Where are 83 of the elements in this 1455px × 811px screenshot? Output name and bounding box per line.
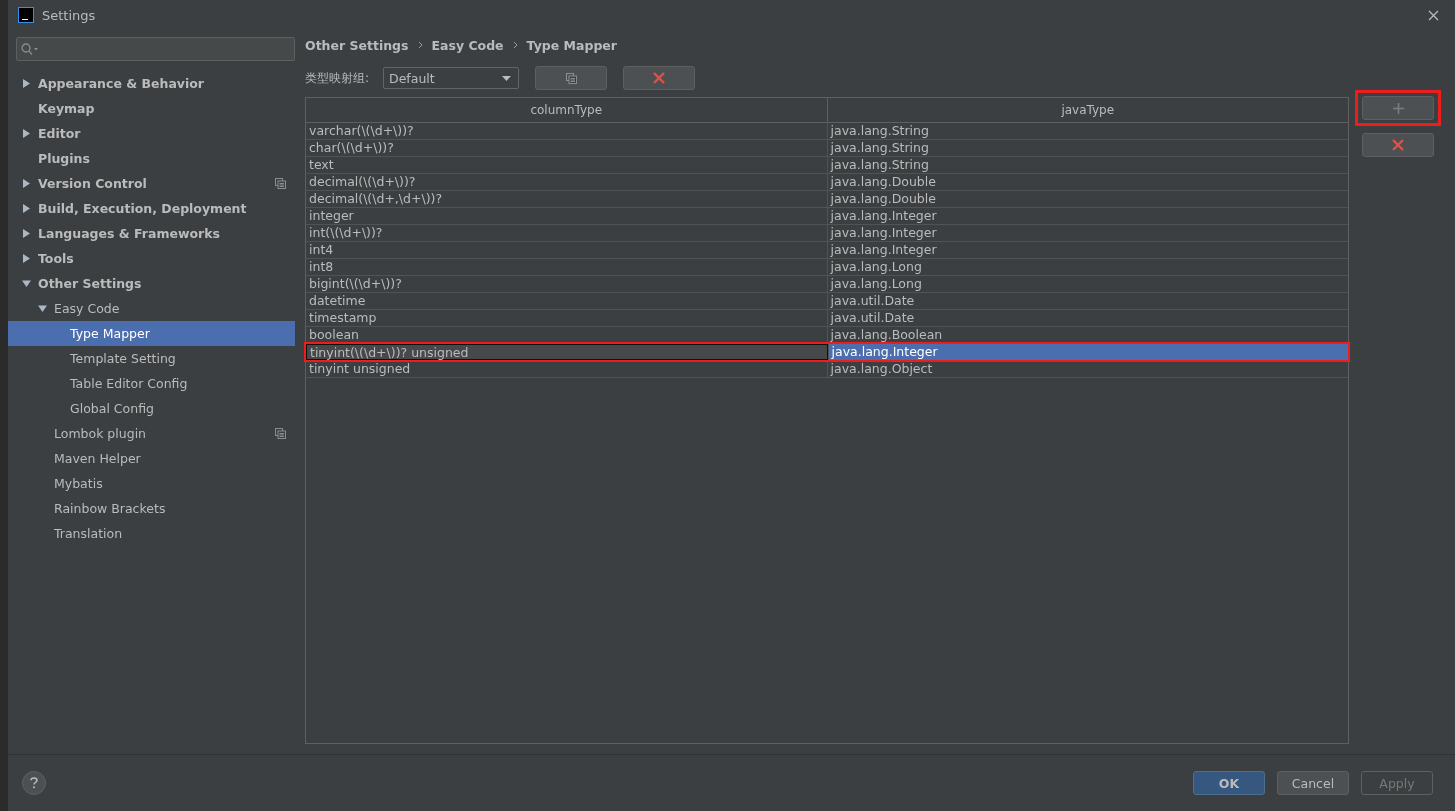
collapsed-arrow-icon[interactable] xyxy=(22,179,31,188)
table-cell: java.util.Date xyxy=(826,293,1348,309)
table-cell-text: int4 xyxy=(308,242,335,258)
table-cell-text: int(\(\d+\))? xyxy=(308,225,384,241)
help-button[interactable] xyxy=(22,771,46,795)
column-header[interactable]: columnType xyxy=(306,98,827,122)
tree-item[interactable]: Easy Code xyxy=(8,296,295,321)
dialog-button[interactable]: Cancel xyxy=(1277,771,1349,795)
table-cell: java.lang.Integer xyxy=(826,242,1348,258)
window-title: Settings xyxy=(42,7,96,23)
group-label: 类型映射组: xyxy=(305,69,370,87)
ok-button[interactable]: OK xyxy=(1193,771,1265,795)
question-icon xyxy=(30,777,38,789)
copy-group-button[interactable] xyxy=(535,66,608,90)
collapsed-arrow-icon[interactable] xyxy=(22,79,31,88)
close-icon xyxy=(653,72,666,84)
tree-item[interactable]: Tools xyxy=(8,246,295,271)
table-cell-text: decimal(\(\d+,\d+\))? xyxy=(308,191,444,207)
tree-item[interactable]: Type Mapper xyxy=(8,321,295,346)
copy-icon xyxy=(275,178,286,189)
table-cell: java.lang.Long xyxy=(826,276,1348,292)
cell-input-field[interactable]: tinyint(\(\d+\))? unsigned xyxy=(306,344,828,360)
table-cell: java.lang.Boolean xyxy=(826,327,1348,343)
table-cell: java.util.Date xyxy=(826,310,1348,326)
tree-item[interactable]: Appearance & Behavior xyxy=(8,71,295,96)
chevron-icon xyxy=(512,41,518,49)
collapsed-arrow-icon[interactable] xyxy=(22,204,31,213)
close-icon xyxy=(1392,139,1404,151)
table-cell: java.lang.Double xyxy=(826,191,1348,207)
table-cell-text: boolean xyxy=(308,327,360,343)
expanded-arrow-icon[interactable] xyxy=(38,304,47,313)
table-cell: java.lang.String xyxy=(826,157,1348,173)
plus-icon xyxy=(1392,102,1404,114)
table-cell: java.lang.Integer xyxy=(826,208,1348,224)
tree-item[interactable]: Lombok plugin xyxy=(8,421,295,446)
app-logo-icon xyxy=(18,7,34,23)
table-cell: java.lang.String xyxy=(826,123,1348,139)
breadcrumb: Easy Code xyxy=(431,37,504,53)
copy-icon xyxy=(275,428,286,439)
collapsed-arrow-icon[interactable] xyxy=(22,254,31,263)
tree-item[interactable]: Plugins xyxy=(8,146,295,171)
column-header[interactable]: javaType xyxy=(826,98,1348,122)
tree-item[interactable]: Other Settings xyxy=(8,271,295,296)
tree-item[interactable]: Editor xyxy=(8,121,295,146)
table-cell-text: timestamp xyxy=(308,310,378,326)
tree-item[interactable]: Build, Execution, Deployment xyxy=(8,196,295,221)
table-cell-text: integer xyxy=(308,208,355,224)
table-cell-text: char(\(\d+\))? xyxy=(308,140,395,156)
group-dropdown[interactable]: Default xyxy=(383,67,520,89)
table-cell: java.lang.String xyxy=(826,140,1348,156)
tree-item[interactable]: Global Config xyxy=(8,396,295,421)
table-cell-text: text xyxy=(308,157,335,173)
chevron-icon xyxy=(417,41,423,49)
table-cell-text: int8 xyxy=(308,259,335,275)
table-cell-text: bigint(\(\d+\))? xyxy=(308,276,403,292)
search-icon xyxy=(21,43,39,55)
table-cell: java.lang.Object xyxy=(826,361,1348,377)
expanded-arrow-icon[interactable] xyxy=(22,279,31,288)
tree-item[interactable]: Languages & Frameworks xyxy=(8,221,295,246)
search-field[interactable] xyxy=(16,37,295,61)
collapsed-arrow-icon[interactable] xyxy=(22,129,31,138)
table-cell-text: datetime xyxy=(308,293,367,309)
copy-icon xyxy=(565,72,577,84)
close-icon[interactable] xyxy=(1428,9,1439,21)
table-cell: java.lang.Double xyxy=(826,174,1348,190)
table-cell: java.lang.Integer xyxy=(826,225,1348,241)
tree-item[interactable]: Translation xyxy=(8,521,295,546)
tree-item[interactable]: Version Control xyxy=(8,171,295,196)
table-cell: java.lang.Integer xyxy=(827,344,1348,360)
table-cell-text: tinyint unsigned xyxy=(308,361,412,377)
tree-item[interactable]: Rainbow Brackets xyxy=(8,496,295,521)
tree-item[interactable]: Maven Helper xyxy=(8,446,295,471)
collapsed-arrow-icon[interactable] xyxy=(22,229,31,238)
tree-item[interactable]: Table Editor Config xyxy=(8,371,295,396)
tree-item[interactable]: Mybatis xyxy=(8,471,295,496)
table-cell-text: decimal(\(\d+\))? xyxy=(308,174,417,190)
breadcrumb: Type Mapper xyxy=(526,37,617,53)
tree-item[interactable]: Keymap xyxy=(8,96,295,121)
tree-item[interactable]: Template Setting xyxy=(8,346,295,371)
table-cell-text: varchar(\(\d+\))? xyxy=(308,123,415,139)
breadcrumb: Other Settings xyxy=(305,37,409,53)
dropdown-arrow-icon xyxy=(502,75,512,81)
table-cell: java.lang.Long xyxy=(826,259,1348,275)
